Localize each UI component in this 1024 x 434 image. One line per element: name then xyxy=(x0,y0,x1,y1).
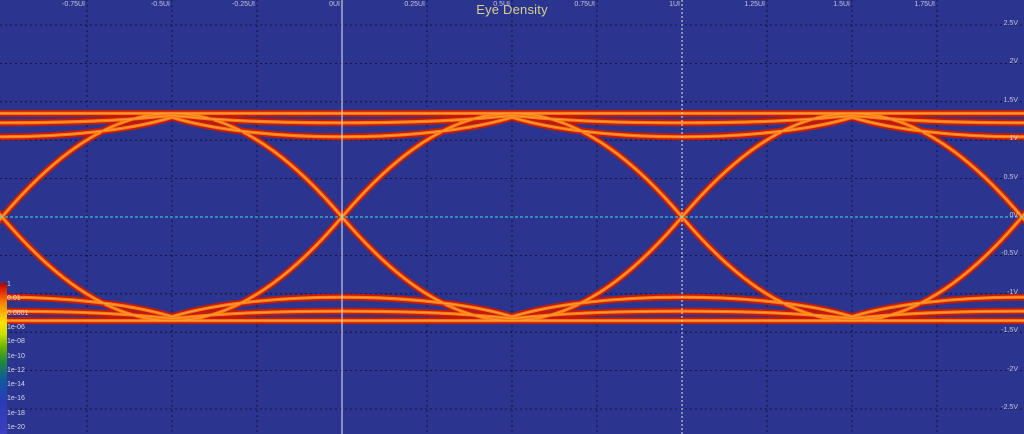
x-tick-label: 0.5UI xyxy=(493,1,510,8)
colorbar-label: 0.01 xyxy=(7,295,21,303)
y-tick-label: -1V xyxy=(1007,288,1018,296)
x-tick-label: 0.75UI xyxy=(574,1,595,8)
eye-density-plot xyxy=(0,0,1024,434)
y-tick-label: -1.5V xyxy=(1001,327,1018,335)
colorbar-label: 0.0001 xyxy=(7,309,29,317)
y-tick-label: 1V xyxy=(1009,135,1018,143)
y-tick-label: -2V xyxy=(1007,365,1018,373)
colorbar-label: 1e-10 xyxy=(7,352,25,360)
y-tick-label: 1.5V xyxy=(1003,96,1018,104)
colorbar-label: 1e-14 xyxy=(7,381,25,389)
x-tick-label: 1.75UI xyxy=(914,1,935,8)
x-tick-label: 1UI xyxy=(669,1,680,8)
y-tick-label: -2.5V xyxy=(1001,404,1018,411)
colorbar-label: 1e-12 xyxy=(7,366,25,374)
x-tick-label: 1.5UI xyxy=(833,1,850,8)
colorbar-label: 1e-20 xyxy=(7,424,25,431)
y-tick-label: 2.5V xyxy=(1003,20,1018,27)
colorbar-label: 1e-16 xyxy=(7,395,25,403)
colorbar-label: 1 xyxy=(7,281,11,288)
x-tick-label: -0.5UI xyxy=(150,1,170,8)
y-tick-label: -0.5V xyxy=(1001,250,1018,258)
x-tick-label: -0.25UI xyxy=(232,1,255,8)
x-tick-label: 0.25UI xyxy=(404,1,425,8)
y-tick-label: 0.5V xyxy=(1003,173,1018,181)
y-tick-label: 2V xyxy=(1009,58,1018,66)
density-colorbar xyxy=(0,283,7,434)
x-tick-label: 1.25UI xyxy=(744,1,765,8)
y-tick-label: 0V xyxy=(1009,212,1018,219)
colorbar-label: 1e-18 xyxy=(7,409,25,417)
x-tick-label: 0UI xyxy=(329,1,340,8)
colorbar-label: 1e-08 xyxy=(7,338,25,346)
x-tick-label: -0.75UI xyxy=(62,1,85,8)
colorbar-label: 1e-06 xyxy=(7,323,25,331)
